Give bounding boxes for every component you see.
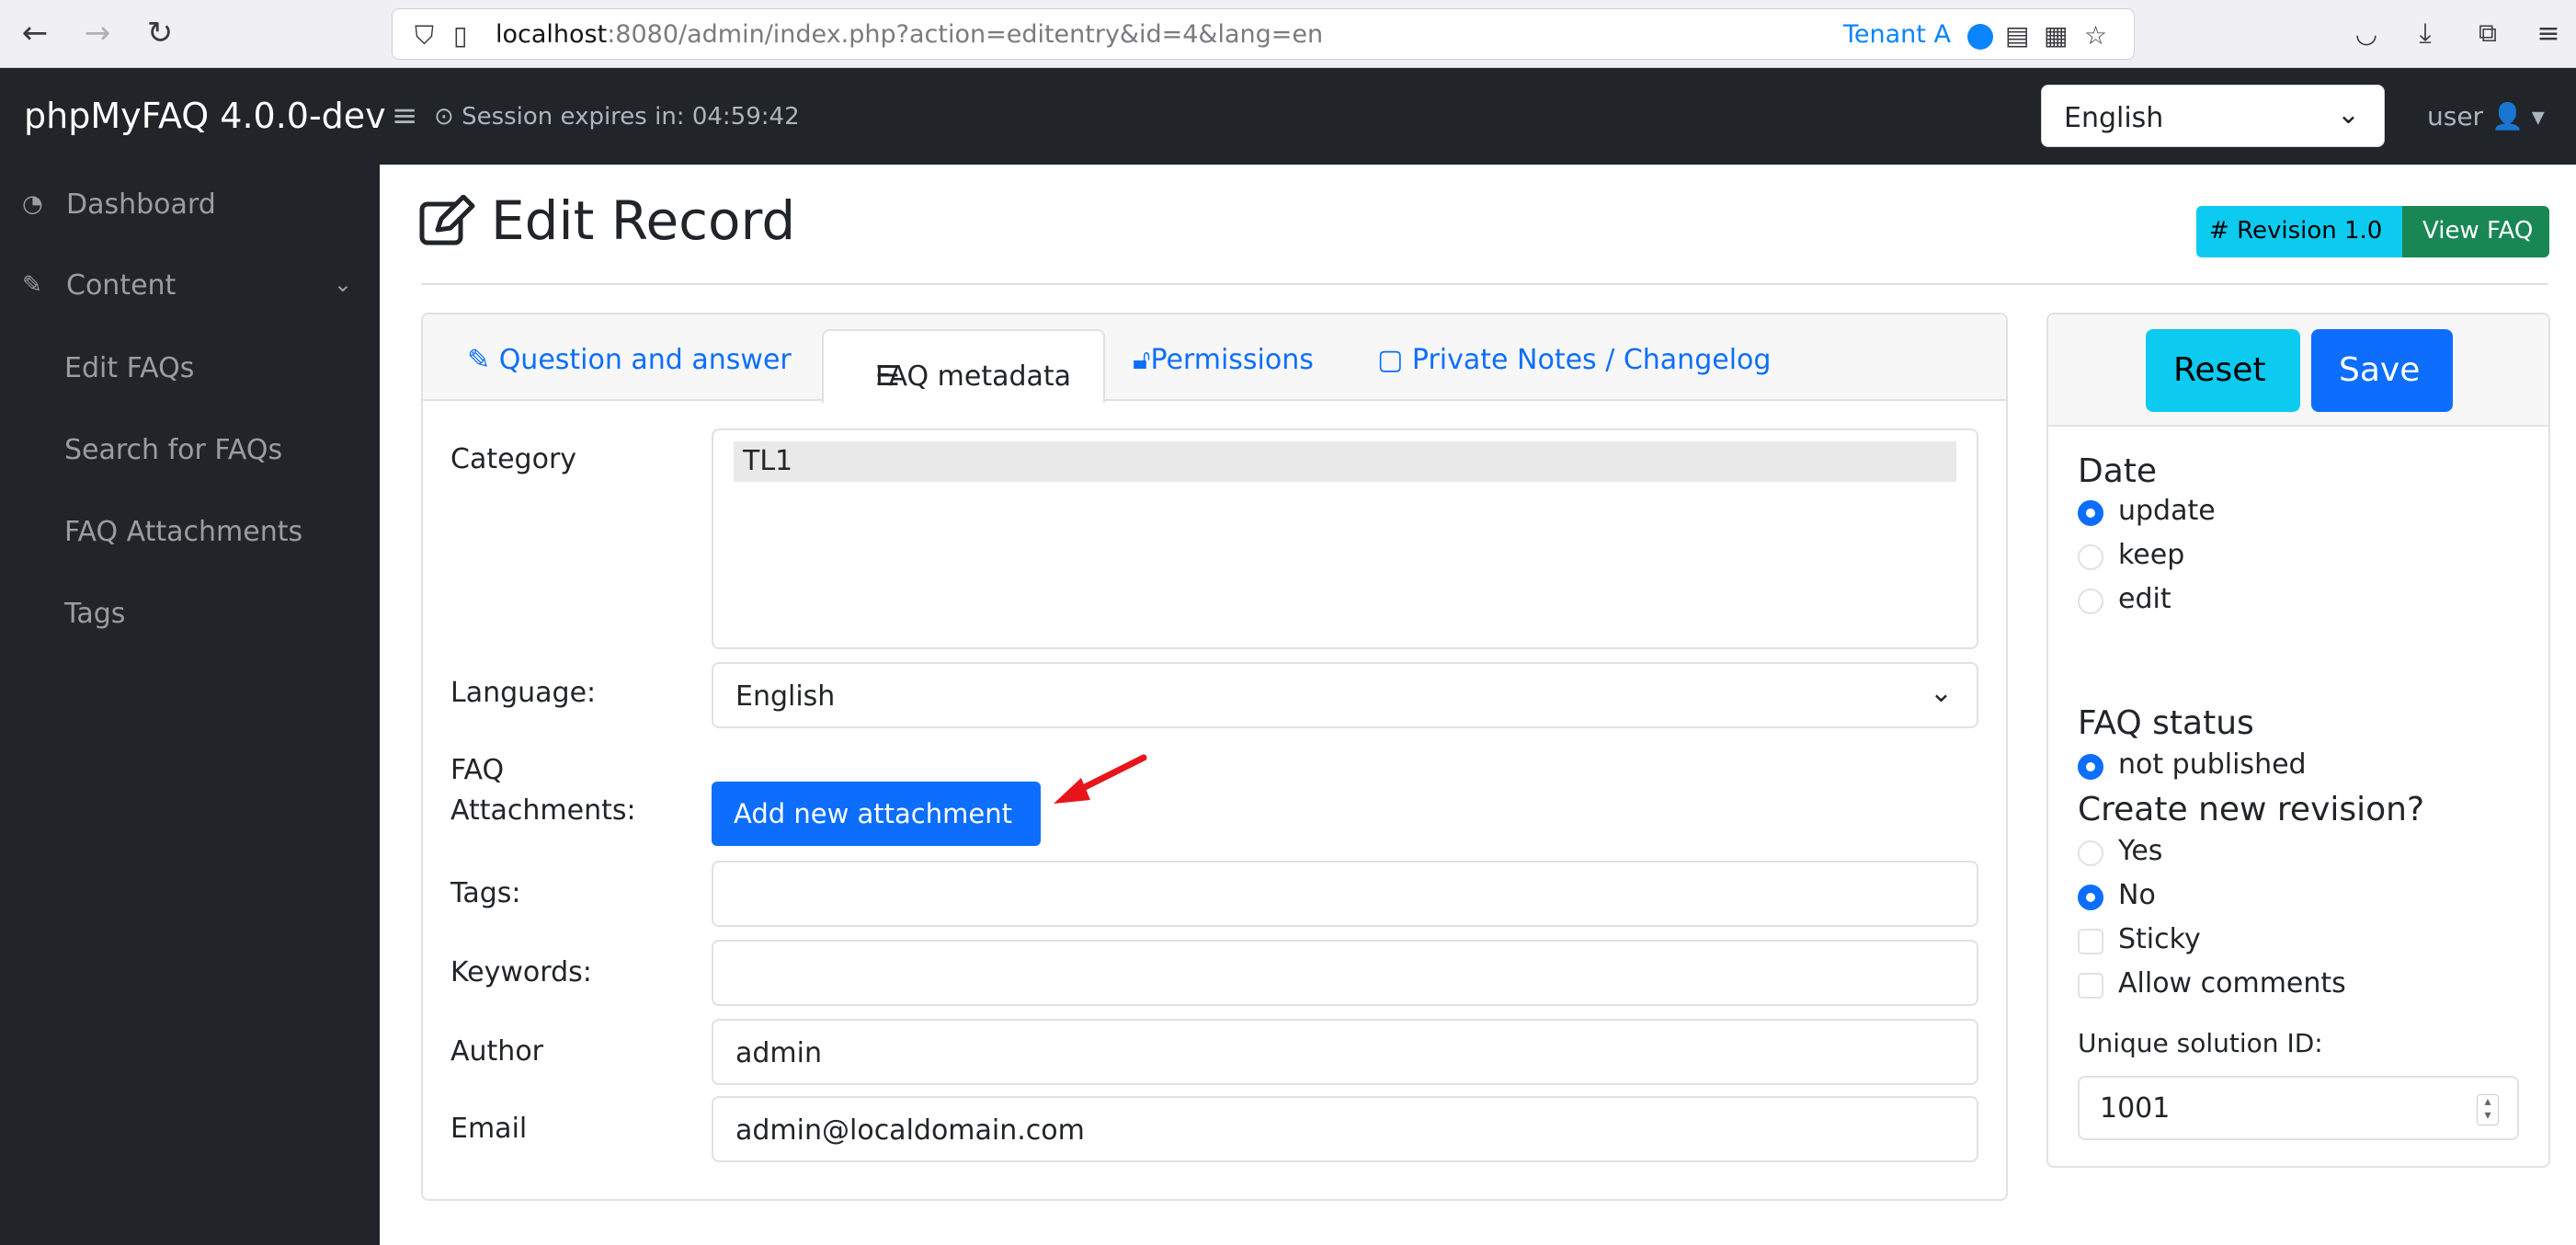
author-label: Author	[450, 1035, 544, 1068]
language-select[interactable]: English ⌄	[2041, 85, 2385, 147]
sidebar-item-dashboard[interactable]: ◔ Dashboard	[0, 168, 380, 242]
title-divider	[421, 283, 2548, 285]
shield-icon: ⛉	[415, 20, 435, 51]
pocket-icon[interactable]: ◡	[2346, 13, 2387, 53]
email-label: Email	[450, 1113, 528, 1145]
reader-icon[interactable]: ▤	[2005, 20, 2029, 51]
email-input[interactable]: admin@localdomain.com	[712, 1096, 1978, 1162]
dashboard-icon: ◔	[22, 190, 43, 218]
tags-input[interactable]	[712, 861, 1978, 927]
chevron-down-icon: ⌄	[1929, 677, 1953, 709]
attachments-label: FAQ	[450, 754, 505, 786]
tags-label: Tags:	[450, 877, 521, 909]
back-icon[interactable]: ←	[15, 13, 55, 53]
url-text[interactable]: localhost:8080/admin/index.php?action=ed…	[496, 20, 1323, 49]
brand[interactable]: phpMyFAQ 4.0.0-dev	[24, 96, 386, 136]
radio[interactable]	[2078, 840, 2103, 866]
new-revision-heading: Create new revision?	[2078, 791, 2425, 828]
checkbox[interactable]	[2078, 929, 2103, 954]
download-icon[interactable]: ⤓	[2405, 13, 2445, 53]
tab-bar: ✎ Question and answer ☰ FAQ metadata 🔓︎P…	[423, 314, 2006, 403]
page-title: Edit Record	[491, 189, 796, 252]
sidebar-item-faq-attachments[interactable]: FAQ Attachments	[0, 496, 380, 569]
menu-icon[interactable]: ≡	[2528, 13, 2569, 53]
language-select[interactable]: English ⌄	[712, 662, 1978, 728]
publish-panel-header: Reset Save	[2048, 314, 2548, 427]
language-select-value: English	[2064, 102, 2164, 134]
radio[interactable]	[2078, 588, 2103, 614]
sidebar-item-search-faqs[interactable]: Search for FAQs	[0, 414, 380, 487]
user-menu[interactable]: user 👤 ▾	[2427, 101, 2545, 131]
sidebar-item-content[interactable]: ✎ Content ⌄	[0, 249, 380, 323]
language-label: Language:	[450, 677, 597, 709]
sidebar-item-edit-faqs[interactable]: Edit FAQs	[0, 332, 380, 405]
faq-status-heading: FAQ status	[2078, 704, 2254, 742]
radio-checked[interactable]	[2078, 500, 2103, 526]
sidebar-item-tags[interactable]: Tags	[0, 577, 380, 651]
note-icon: ▢	[1377, 344, 1412, 376]
chevron-down-icon: ⌄	[2336, 98, 2360, 131]
admin-navbar: phpMyFAQ 4.0.0-dev ≡ ⊙ Session expires i…	[0, 68, 2576, 165]
tab-faq-metadata[interactable]: ☰ FAQ metadata	[822, 329, 1105, 403]
clock-icon: ⊙	[434, 103, 462, 131]
tab-permissions[interactable]: 🔓︎Permissions	[1133, 344, 1314, 376]
edit-icon: ✎	[467, 344, 499, 376]
sidebar-toggle-icon[interactable]: ≡	[392, 97, 418, 134]
edit-icon: ✎	[22, 271, 42, 299]
attachments-label-line2: Attachments:	[450, 794, 636, 827]
keywords-label: Keywords:	[450, 956, 592, 988]
radio[interactable]	[2078, 544, 2103, 570]
category-option[interactable]: TL1	[734, 441, 1956, 482]
add-attachment-button[interactable]: Add new attachment	[712, 782, 1041, 846]
caret-down-icon: ▾	[2531, 101, 2545, 131]
keywords-input[interactable]	[712, 940, 1978, 1006]
solution-id-input[interactable]: 1001 ▴ ▾	[2078, 1076, 2519, 1140]
edit-icon	[419, 195, 475, 246]
session-timer: ⊙ Session expires in: 04:59:42	[434, 103, 800, 131]
reload-icon[interactable]: ↻	[140, 13, 180, 53]
tab-question-answer[interactable]: ✎ Question and answer	[467, 344, 792, 376]
radio-checked[interactable]	[2078, 885, 2103, 910]
user-icon: 👤	[2491, 101, 2524, 131]
reset-button[interactable]: Reset	[2146, 329, 2300, 412]
solution-id-label: Unique solution ID:	[2078, 1028, 2323, 1058]
chevron-down-icon: ⌄	[333, 271, 352, 297]
tab-private-notes[interactable]: ▢ Private Notes / Changelog	[1377, 344, 1771, 376]
edit-form-card: ✎ Question and answer ☰ FAQ metadata 🔓︎P…	[421, 313, 2008, 1201]
number-spinner-icon[interactable]: ▴ ▾	[2477, 1094, 2499, 1125]
extensions-icon[interactable]: ⧉	[2468, 13, 2508, 53]
save-button[interactable]: Save	[2311, 329, 2453, 412]
author-input[interactable]: admin	[712, 1019, 1978, 1085]
page-icon: ▯	[453, 20, 468, 51]
hash-icon: #	[2209, 217, 2238, 245]
revision-badge[interactable]: # Revision 1.0	[2196, 206, 2402, 257]
browser-toolbar: ← → ↻ ⛉ ▯ localhost:8080/admin/index.php…	[0, 0, 2576, 68]
category-label: Category	[450, 443, 577, 475]
date-heading: Date	[2078, 452, 2158, 490]
annotation-arrow-icon	[1054, 754, 1147, 804]
checkbox[interactable]	[2078, 973, 2103, 999]
qr-icon[interactable]: ▦	[2044, 20, 2068, 51]
radio-checked[interactable]	[2078, 754, 2103, 780]
publish-panel: Reset Save Date update keep edit FAQ sta…	[2046, 313, 2550, 1168]
bookmark-star-icon[interactable]: ☆	[2084, 20, 2107, 51]
unlock-icon: 🔓︎	[1133, 344, 1151, 376]
category-multiselect[interactable]: TL1	[712, 428, 1978, 649]
tenant-icon[interactable]	[1967, 24, 1993, 50]
tenant-label[interactable]: Tenant A	[1843, 20, 1951, 49]
sidebar: ◔ Dashboard ✎ Content ⌄ Edit FAQs Search…	[0, 165, 380, 1245]
forward-icon[interactable]: →	[77, 13, 118, 53]
url-bar[interactable]: ⛉ ▯ localhost:8080/admin/index.php?actio…	[392, 8, 2135, 60]
view-faq-button[interactable]: View FAQ	[2402, 206, 2549, 257]
